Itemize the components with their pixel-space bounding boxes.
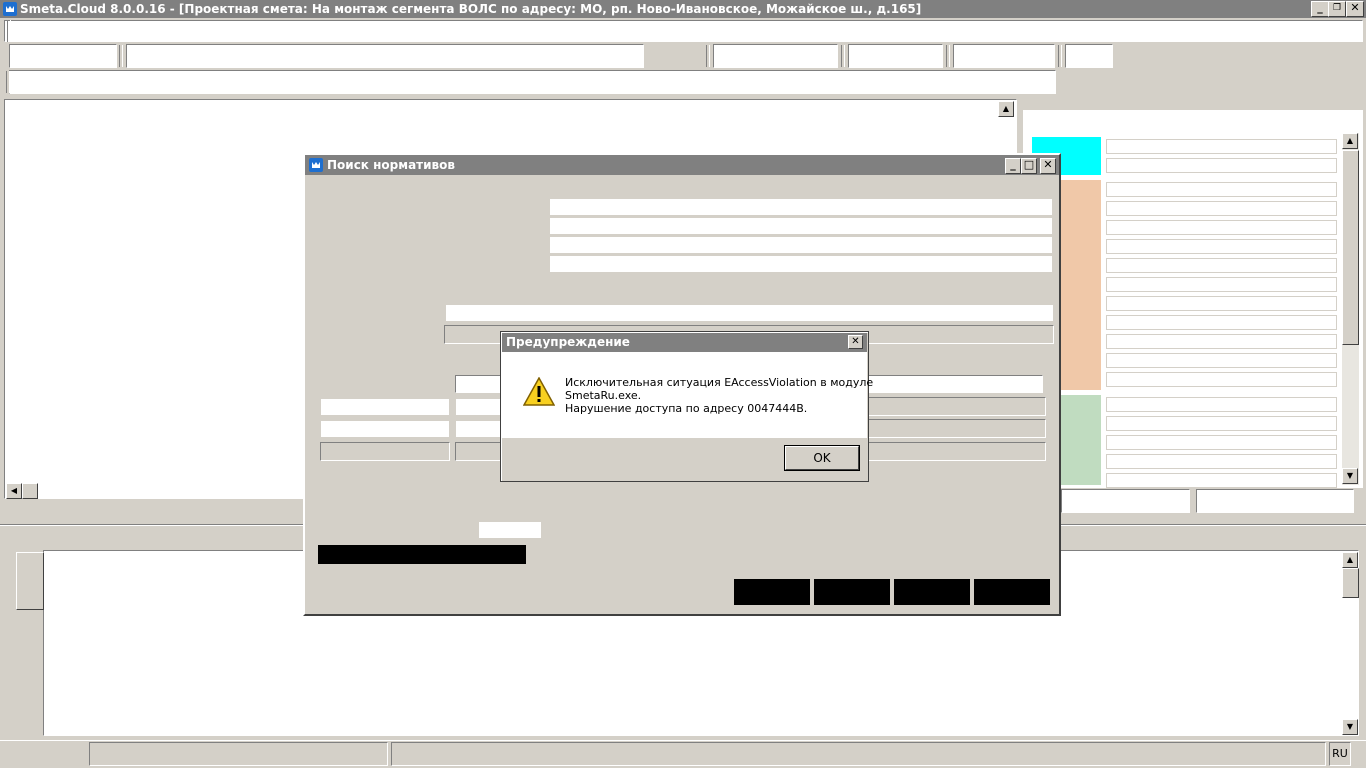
right-panel-field[interactable] <box>1106 139 1337 154</box>
right-panel-field[interactable] <box>1106 435 1337 450</box>
app-crown-icon <box>309 158 323 172</box>
count-field[interactable] <box>479 522 541 538</box>
filter-field-9[interactable] <box>868 442 1046 461</box>
warning-title: Предупреждение <box>502 333 867 352</box>
dialog-button-1[interactable] <box>734 579 810 605</box>
warning-body: Исключительная ситуация EAccessViolation… <box>502 352 874 438</box>
minimize-button[interactable]: _ <box>1311 1 1329 17</box>
window-title: Smeta.Cloud 8.0.0.16 - [Проектная смета:… <box>20 2 922 16</box>
ok-button[interactable]: OK <box>785 446 859 470</box>
search-dialog-title-bar: Поиск нормативов <box>305 155 1059 175</box>
right-panel-field[interactable] <box>1106 296 1337 311</box>
filter-field-8[interactable] <box>455 442 503 461</box>
search-dialog-minimize[interactable]: _ <box>1005 158 1021 174</box>
progress-bar <box>318 545 526 564</box>
right-scroll-down[interactable]: ▼ <box>1342 468 1358 484</box>
app-crown-icon <box>3 2 17 16</box>
right-bottom-field-1[interactable] <box>1061 489 1190 513</box>
warning-icon <box>523 377 555 406</box>
toolbar-row-1 <box>4 20 1363 42</box>
search-dialog-title: Поиск нормативов <box>327 158 455 172</box>
right-panel-field[interactable] <box>1106 353 1337 368</box>
right-panel-field[interactable] <box>1106 372 1337 387</box>
toolbar-grip[interactable] <box>706 45 710 67</box>
toolbar-field-2[interactable] <box>126 44 644 68</box>
dialog-button-2[interactable] <box>814 579 890 605</box>
right-panel-field[interactable] <box>1106 158 1337 173</box>
search-input-5[interactable] <box>446 305 1053 321</box>
toolbar-field-7[interactable] <box>9 70 1056 94</box>
right-panel-field[interactable] <box>1106 416 1337 431</box>
right-panel-field[interactable] <box>1106 454 1337 469</box>
toolbar-grip[interactable] <box>7 20 11 42</box>
right-panel-field[interactable] <box>1106 277 1337 292</box>
bottom-scroll-down[interactable]: ▼ <box>1342 719 1358 735</box>
right-scroll-up[interactable]: ▲ <box>1342 133 1358 149</box>
warning-line-2: SmetaRu.exe. <box>565 389 642 402</box>
right-panel-field[interactable] <box>1106 258 1337 273</box>
toolbar-field-1[interactable] <box>9 44 117 68</box>
toolbar-field-5[interactable] <box>953 44 1055 68</box>
search-dialog-maximize[interactable]: □ <box>1021 158 1037 174</box>
right-panel-field[interactable] <box>1106 239 1337 254</box>
scroll-up-button[interactable]: ▲ <box>998 101 1014 117</box>
filter-input-5[interactable] <box>456 421 501 437</box>
dialog-button-4[interactable] <box>974 579 1050 605</box>
filter-field-7[interactable] <box>320 442 450 461</box>
toolbar-field-3[interactable] <box>713 44 838 68</box>
right-panel-field[interactable] <box>1106 182 1337 197</box>
right-bottom-field-2[interactable] <box>1196 489 1354 513</box>
search-input-2[interactable] <box>550 218 1052 234</box>
toolbar-grip[interactable] <box>6 71 10 93</box>
filter-field-3[interactable] <box>868 397 1046 416</box>
bottom-scroll-thumb[interactable] <box>1342 568 1359 598</box>
close-button[interactable]: ✕ <box>1346 1 1364 17</box>
status-panel-1 <box>89 742 388 766</box>
warning-line-1: Исключительная ситуация EAccessViolation… <box>565 376 874 389</box>
status-panel-2 <box>391 742 1326 766</box>
filter-field-6[interactable] <box>868 419 1046 438</box>
toolbar-field-6[interactable] <box>1065 44 1113 68</box>
right-panel-field[interactable] <box>1106 201 1337 216</box>
search-input-1[interactable] <box>550 199 1052 215</box>
restore-button[interactable]: ❐ <box>1328 1 1346 17</box>
toolbar-field-4[interactable] <box>848 44 943 68</box>
toolbar-grip[interactable] <box>841 45 845 67</box>
warning-message: Исключительная ситуация EAccessViolation… <box>565 376 874 415</box>
right-scroll-thumb[interactable] <box>1342 150 1359 345</box>
filter-input-4[interactable] <box>321 421 449 437</box>
dialog-button-3[interactable] <box>894 579 970 605</box>
right-panel-field[interactable] <box>1106 315 1337 330</box>
right-panel-field[interactable] <box>1106 334 1337 349</box>
scroll-thumb[interactable] <box>22 483 38 499</box>
language-indicator[interactable]: RU <box>1329 742 1351 766</box>
search-input-3[interactable] <box>550 237 1052 253</box>
right-panel-field[interactable] <box>1106 473 1337 488</box>
search-dialog-close[interactable]: ✕ <box>1040 158 1056 174</box>
toolbar-grip[interactable] <box>119 45 123 67</box>
warning-dialog: Предупреждение ✕ Исключительная ситуация… <box>500 331 874 482</box>
window-title-bar: Smeta.Cloud 8.0.0.16 - [Проектная смета:… <box>0 0 1366 18</box>
bottom-panel-handle[interactable] <box>16 552 44 610</box>
bottom-scroll-up[interactable]: ▲ <box>1342 552 1358 568</box>
toolbar-grip[interactable] <box>946 45 950 67</box>
filter-input-2[interactable] <box>456 399 501 415</box>
warning-close-button[interactable]: ✕ <box>848 335 863 349</box>
right-panel-header <box>1023 96 1363 110</box>
filter-input-1[interactable] <box>321 399 449 415</box>
toolbar-grip[interactable] <box>1058 45 1062 67</box>
right-panel-field[interactable] <box>1106 397 1337 412</box>
search-input-4[interactable] <box>550 256 1052 272</box>
right-panel-field[interactable] <box>1106 220 1337 235</box>
scroll-left-button[interactable]: ◀ <box>6 483 22 499</box>
warning-line-3: Нарушение доступа по адресу 0047444B. <box>565 402 808 415</box>
